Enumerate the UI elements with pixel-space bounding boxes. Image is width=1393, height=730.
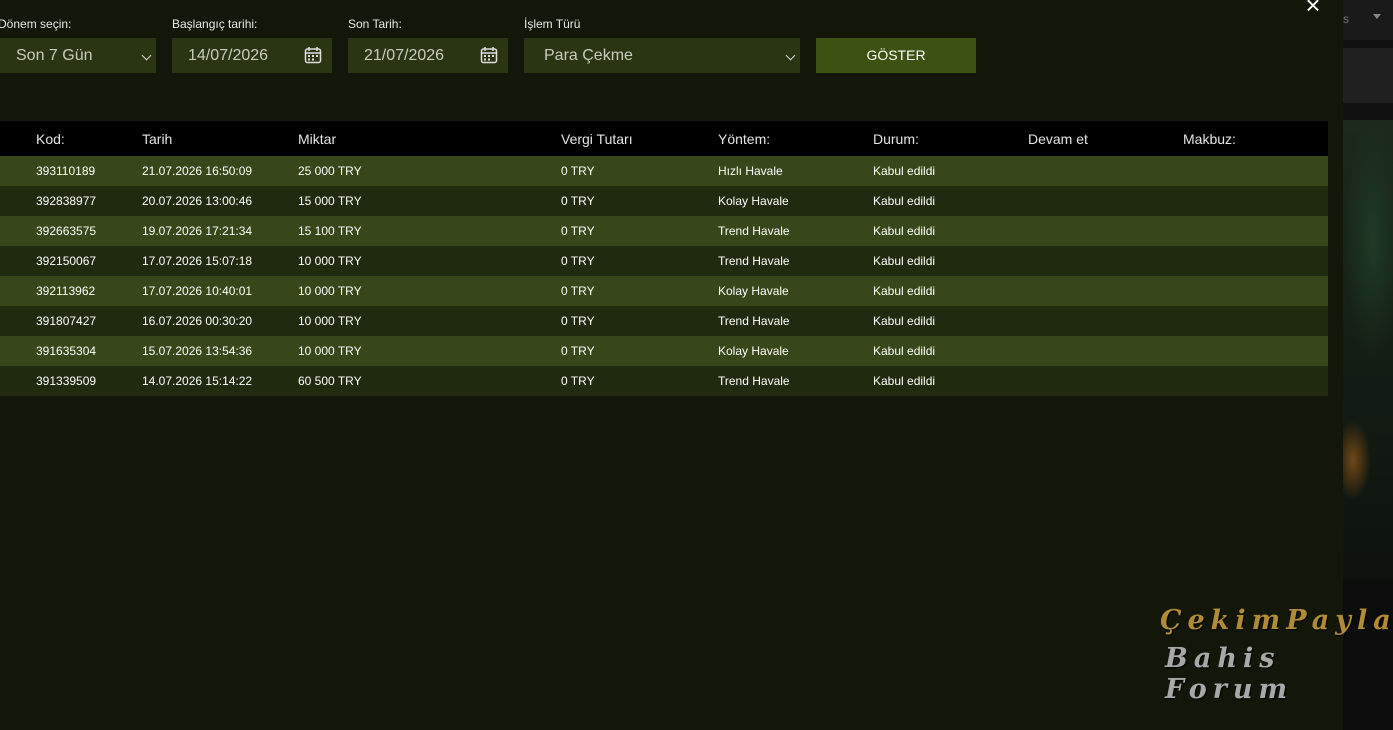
cell-amount: 10 000 TRY xyxy=(298,254,362,268)
cell-date: 17.07.2026 15:07:18 xyxy=(142,254,253,268)
show-button[interactable]: GÖSTER xyxy=(816,38,976,73)
start-date-label: Başlangıç tarihi: xyxy=(172,17,258,31)
cell-date: 21.07.2026 16:50:09 xyxy=(142,164,253,178)
transaction-type-label: İşlem Türü xyxy=(524,17,581,31)
background-band xyxy=(1343,48,1393,103)
watermark-line-1: ÇekimPaylaş xyxy=(1160,605,1393,636)
table-row: 392113962 17.07.2026 10:40:01 10 000 TRY… xyxy=(0,276,1328,306)
cell-code: 392838977 xyxy=(36,194,97,208)
column-header-continue: Devam et xyxy=(1028,131,1088,147)
watermark-line-2: Bahis Forum xyxy=(1165,643,1294,705)
cell-status: Kabul edildi xyxy=(873,164,936,178)
cell-amount: 10 000 TRY xyxy=(298,314,362,328)
cell-date: 15.07.2026 13:54:36 xyxy=(142,344,253,358)
cell-amount: 10 000 TRY xyxy=(298,284,362,298)
cell-method: Kolay Havale xyxy=(718,284,789,298)
table-row: 391635304 15.07.2026 13:54:36 10 000 TRY… xyxy=(0,336,1328,366)
table-row: 391807427 16.07.2026 00:30:20 10 000 TRY… xyxy=(0,306,1328,336)
cell-amount: 15 100 TRY xyxy=(298,224,362,238)
cell-status: Kabul edildi xyxy=(873,314,936,328)
table-header: Kod: Tarih Miktar Vergi Tutarı Yöntem: D… xyxy=(0,121,1328,156)
column-header-date: Tarih xyxy=(142,131,173,147)
cell-status: Kabul edildi xyxy=(873,194,936,208)
cell-tax: 0 TRY xyxy=(561,284,595,298)
period-select-value: Son 7 Gün xyxy=(16,47,93,64)
end-date-value: 21/07/2026 xyxy=(364,47,445,64)
period-label: Dönem seçin: xyxy=(0,17,72,31)
cell-date: 14.07.2026 15:14:22 xyxy=(142,374,253,388)
cell-method: Trend Havale xyxy=(718,314,790,328)
cell-code: 392663575 xyxy=(36,224,97,238)
cell-status: Kabul edildi xyxy=(873,284,936,298)
caret-down-icon xyxy=(1373,14,1381,19)
end-date-input[interactable]: 21/07/2026 xyxy=(348,38,508,73)
transaction-history-modal: × Dönem seçin: Son 7 Gün Başlangıç tarih… xyxy=(0,0,1343,730)
cell-amount: 25 000 TRY xyxy=(298,164,362,178)
cell-code: 391635304 xyxy=(36,344,97,358)
cell-date: 17.07.2026 10:40:01 xyxy=(142,284,253,298)
cell-status: Kabul edildi xyxy=(873,374,936,388)
calendar-icon[interactable] xyxy=(480,46,498,64)
table-body: 393110189 21.07.2026 16:50:09 25 000 TRY… xyxy=(0,156,1328,396)
period-select[interactable]: Son 7 Gün xyxy=(0,38,156,73)
cell-date: 16.07.2026 00:30:20 xyxy=(142,314,253,328)
table-row: 392150067 17.07.2026 15:07:18 10 000 TRY… xyxy=(0,246,1328,276)
background-image xyxy=(1343,120,1393,580)
cell-tax: 0 TRY xyxy=(561,164,595,178)
table-row: 393110189 21.07.2026 16:50:09 25 000 TRY… xyxy=(0,156,1328,186)
cell-method: Trend Havale xyxy=(718,374,790,388)
background-topbar: s xyxy=(1343,0,1393,40)
cell-code: 391807427 xyxy=(36,314,97,328)
cell-status: Kabul edildi xyxy=(873,224,936,238)
cell-tax: 0 TRY xyxy=(561,374,595,388)
cell-amount: 60 500 TRY xyxy=(298,374,362,388)
cell-date: 20.07.2026 13:00:46 xyxy=(142,194,253,208)
transaction-type-value: Para Çekme xyxy=(544,47,633,64)
table-row: 392838977 20.07.2026 13:00:46 15 000 TRY… xyxy=(0,186,1328,216)
cell-method: Kolay Havale xyxy=(718,344,789,358)
cell-tax: 0 TRY xyxy=(561,194,595,208)
transaction-type-select[interactable]: Para Çekme xyxy=(524,38,800,73)
cell-code: 393110189 xyxy=(36,164,96,178)
end-date-label: Son Tarih: xyxy=(348,17,402,31)
chevron-down-icon xyxy=(785,50,796,61)
cell-code: 392150067 xyxy=(36,254,97,268)
close-icon[interactable]: × xyxy=(1302,0,1324,18)
cell-date: 19.07.2026 17:21:34 xyxy=(142,224,253,238)
cell-tax: 0 TRY xyxy=(561,314,595,328)
column-header-amount: Miktar xyxy=(298,131,337,147)
column-header-code: Kod: xyxy=(36,131,65,147)
cell-amount: 10 000 TRY xyxy=(298,344,362,358)
cell-code: 392113962 xyxy=(36,284,96,298)
cell-tax: 0 TRY xyxy=(561,224,595,238)
table-row: 391339509 14.07.2026 15:14:22 60 500 TRY… xyxy=(0,366,1328,396)
column-header-status: Durum: xyxy=(873,131,919,147)
column-header-method: Yöntem: xyxy=(718,131,771,147)
start-date-input[interactable]: 14/07/2026 xyxy=(172,38,332,73)
cell-amount: 15 000 TRY xyxy=(298,194,362,208)
cell-status: Kabul edildi xyxy=(873,344,936,358)
cell-method: Trend Havale xyxy=(718,254,790,268)
calendar-icon[interactable] xyxy=(304,46,322,64)
start-date-value: 14/07/2026 xyxy=(188,47,269,64)
cell-tax: 0 TRY xyxy=(561,344,595,358)
background-topbar-text: s xyxy=(1343,12,1349,26)
cell-method: Hızlı Havale xyxy=(718,164,783,178)
cell-tax: 0 TRY xyxy=(561,254,595,268)
table-row: 392663575 19.07.2026 17:21:34 15 100 TRY… xyxy=(0,216,1328,246)
cell-method: Kolay Havale xyxy=(718,194,789,208)
cell-status: Kabul edildi xyxy=(873,254,936,268)
cell-method: Trend Havale xyxy=(718,224,790,238)
chevron-down-icon xyxy=(141,50,152,61)
column-header-receipt: Makbuz: xyxy=(1183,131,1236,147)
cell-code: 391339509 xyxy=(36,374,97,388)
column-header-tax: Vergi Tutarı xyxy=(561,131,633,147)
